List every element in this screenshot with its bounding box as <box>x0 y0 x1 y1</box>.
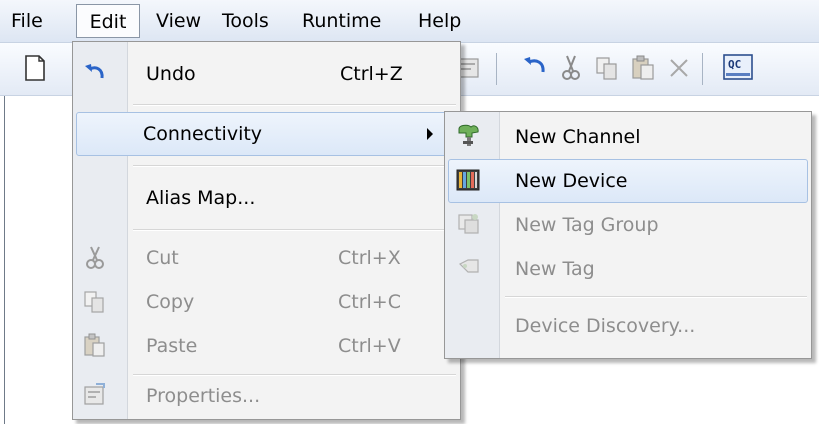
menu-separator-highlight <box>133 230 456 231</box>
properties-icon <box>84 383 105 405</box>
delete-icon[interactable] <box>664 53 694 83</box>
copy-icon[interactable] <box>592 53 622 83</box>
menu-item-label: Connectivity <box>143 123 263 145</box>
menu-item-label: Cut <box>146 247 179 269</box>
menu-runtime[interactable]: Runtime <box>302 4 381 38</box>
new-channel-icon <box>458 124 479 146</box>
new-device-icon <box>456 169 480 191</box>
menu-item-label: New Channel <box>515 126 641 148</box>
menu-item-label: New Tag <box>515 258 595 280</box>
menu-separator-highlight <box>505 297 807 298</box>
cut-icon <box>86 246 104 269</box>
paste-icon[interactable] <box>628 53 658 83</box>
connectivity-submenu: New Channel New Device New Tag Group New… <box>444 111 812 359</box>
menu-item-new-tag-group[interactable]: New Tag Group <box>448 203 808 247</box>
undo-icon <box>85 64 104 79</box>
menu-item-shortcut: Ctrl+C <box>338 291 401 313</box>
menu-item-label: New Device <box>515 170 628 192</box>
menu-item-label: Alias Map... <box>146 187 256 209</box>
menu-item-alias-map[interactable]: Alias Map... <box>76 176 457 220</box>
cut-icon[interactable] <box>556 53 586 83</box>
edit-menu: Undo Ctrl+Z Connectivity Alias Map... Cu… <box>72 41 461 420</box>
menu-item-connectivity[interactable]: Connectivity <box>76 112 457 156</box>
copy-icon <box>84 291 104 313</box>
menu-item-cut[interactable]: Cut Ctrl+X <box>76 236 457 280</box>
menu-item-label: Device Discovery... <box>515 315 696 337</box>
quick-client-icon[interactable]: QC <box>722 53 754 83</box>
menu-edit[interactable]: Edit <box>76 4 140 38</box>
menu-item-properties[interactable]: Properties... <box>76 374 457 418</box>
menu-file[interactable]: File <box>11 4 43 38</box>
menu-item-label: Copy <box>146 291 195 313</box>
paste-icon <box>84 333 105 357</box>
toolbar-separator <box>496 53 497 85</box>
menu-item-shortcut: Ctrl+V <box>338 335 401 357</box>
menu-item-copy[interactable]: Copy Ctrl+C <box>76 280 457 324</box>
menu-bar: File Edit View Tools Runtime Help <box>0 0 819 43</box>
menu-view[interactable]: View <box>156 4 201 38</box>
menu-help[interactable]: Help <box>418 4 461 38</box>
menu-tools[interactable]: Tools <box>222 4 269 38</box>
menu-item-shortcut: Ctrl+Z <box>340 63 403 85</box>
undo-icon[interactable] <box>520 53 550 83</box>
menu-item-label: Paste <box>146 335 198 357</box>
new-tag-group-icon <box>458 214 479 234</box>
menu-item-shortcut: Ctrl+X <box>338 247 401 269</box>
quick-client-label: QC <box>728 58 742 71</box>
menu-item-new-channel[interactable]: New Channel <box>448 115 808 159</box>
menu-separator-highlight <box>133 166 456 167</box>
toolbar-separator <box>702 53 703 85</box>
menu-item-paste[interactable]: Paste Ctrl+V <box>76 324 457 368</box>
menu-item-undo[interactable]: Undo Ctrl+Z <box>76 52 457 96</box>
menu-item-new-device[interactable]: New Device <box>448 159 808 203</box>
menu-separator-highlight <box>133 105 456 106</box>
menu-item-new-tag[interactable]: New Tag <box>448 247 808 291</box>
submenu-arrow-icon <box>427 128 433 140</box>
new-file-icon[interactable] <box>20 53 50 83</box>
menu-item-label: Properties... <box>146 385 261 407</box>
menu-item-label: Undo <box>146 63 196 85</box>
menu-item-device-discovery[interactable]: Device Discovery... <box>448 304 808 348</box>
workspace-border <box>4 96 5 424</box>
menu-item-label: New Tag Group <box>515 214 659 236</box>
new-tag-icon <box>458 259 479 273</box>
